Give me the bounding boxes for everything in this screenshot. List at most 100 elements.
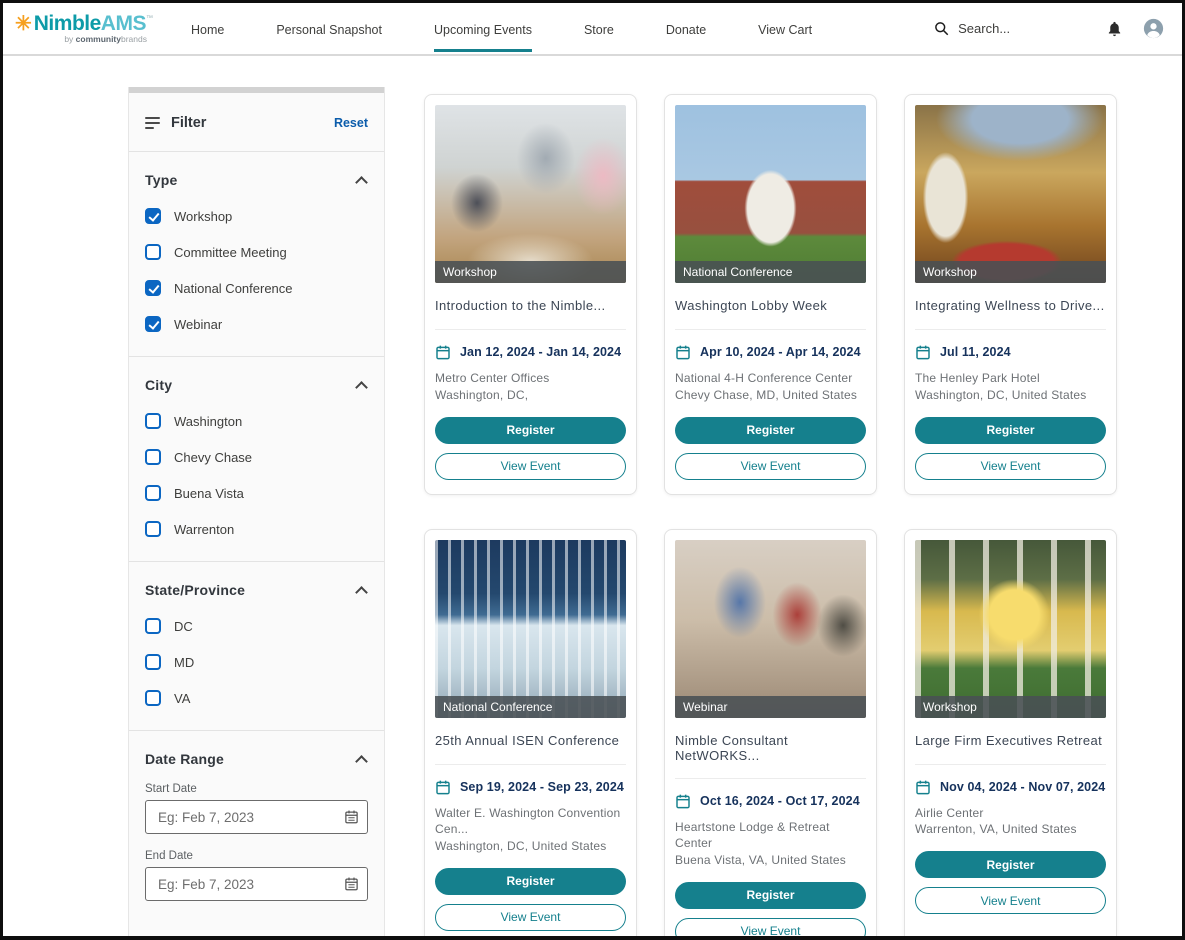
search-input[interactable] bbox=[958, 21, 1088, 36]
filter-section-title: Type bbox=[145, 172, 177, 188]
checkbox[interactable] bbox=[145, 618, 161, 634]
filter-section-date-range-toggle[interactable]: Date Range bbox=[145, 751, 368, 767]
nav-item-home[interactable]: Home bbox=[191, 5, 224, 52]
filter-title: Filter bbox=[171, 115, 206, 131]
view-event-button[interactable]: View Event bbox=[435, 453, 626, 480]
event-type-badge: National Conference bbox=[435, 696, 626, 718]
view-event-button[interactable]: View Event bbox=[675, 453, 866, 480]
filter-section-state-toggle[interactable]: State/Province bbox=[145, 582, 368, 598]
event-title: Introduction to the Nimble... bbox=[435, 298, 626, 314]
end-date-input[interactable] bbox=[145, 867, 368, 901]
filter-reset-button[interactable]: Reset bbox=[334, 116, 368, 130]
header-actions bbox=[1106, 18, 1164, 39]
filter-option-va[interactable]: VA bbox=[145, 690, 368, 706]
calendar-icon bbox=[915, 344, 931, 360]
filter-section-state: State/Province DC MD VA bbox=[129, 562, 384, 730]
event-image: Workshop bbox=[915, 540, 1106, 718]
register-button[interactable]: Register bbox=[915, 851, 1106, 878]
checkbox[interactable] bbox=[145, 208, 161, 224]
logo-text-nimble: Nimble bbox=[34, 13, 101, 34]
filter-section-city-toggle[interactable]: City bbox=[145, 377, 368, 393]
nimble-ams-logo[interactable]: ✳ Nimble AMS ™ by communitybrands bbox=[15, 13, 153, 44]
checkbox[interactable] bbox=[145, 690, 161, 706]
filter-panel: Filter Reset Type Workshop Committee Mee… bbox=[128, 87, 385, 936]
register-button[interactable]: Register bbox=[675, 417, 866, 444]
filter-option-chevy-chase[interactable]: Chevy Chase bbox=[145, 449, 368, 465]
event-date: Apr 10, 2024 - Apr 14, 2024 bbox=[700, 345, 861, 359]
event-type-badge: Workshop bbox=[915, 696, 1106, 718]
register-button[interactable]: Register bbox=[435, 417, 626, 444]
filter-option-washington[interactable]: Washington bbox=[145, 413, 368, 429]
app-window: ✳ Nimble AMS ™ by communitybrands Home P… bbox=[0, 0, 1185, 940]
checkbox-label: Workshop bbox=[174, 209, 232, 224]
view-event-button[interactable]: View Event bbox=[915, 887, 1106, 914]
event-image: National Conference bbox=[435, 540, 626, 718]
event-card: National Conference 25th Annual ISEN Con… bbox=[424, 529, 637, 940]
checkbox-label: MD bbox=[174, 655, 194, 670]
global-search bbox=[934, 21, 1088, 36]
checkbox[interactable] bbox=[145, 449, 161, 465]
notifications-bell-icon[interactable] bbox=[1106, 20, 1123, 38]
checkbox-label: Chevy Chase bbox=[174, 450, 252, 465]
event-location: Walter E. Washington Convention Cen...Wa… bbox=[435, 805, 626, 855]
checkbox[interactable] bbox=[145, 244, 161, 260]
filter-section-type-toggle[interactable]: Type bbox=[145, 172, 368, 188]
nav-item-view-cart[interactable]: View Cart bbox=[758, 5, 812, 52]
checkbox-label: Buena Vista bbox=[174, 486, 244, 501]
register-button[interactable]: Register bbox=[675, 882, 866, 909]
calendar-icon bbox=[435, 344, 451, 360]
filter-option-md[interactable]: MD bbox=[145, 654, 368, 670]
view-event-button[interactable]: View Event bbox=[435, 904, 626, 931]
main-nav: Home Personal Snapshot Upcoming Events S… bbox=[191, 5, 864, 52]
filter-option-warrenton[interactable]: Warrenton bbox=[145, 521, 368, 537]
checkbox[interactable] bbox=[145, 413, 161, 429]
start-date-label: Start Date bbox=[145, 783, 368, 795]
checkbox[interactable] bbox=[145, 280, 161, 296]
calendar-icon bbox=[675, 793, 691, 809]
filter-option-committee-meeting[interactable]: Committee Meeting bbox=[145, 244, 368, 260]
filter-section-city: City Washington Chevy Chase Buena Vista bbox=[129, 357, 384, 561]
event-date: Nov 04, 2024 - Nov 07, 2024 bbox=[940, 780, 1105, 794]
view-event-button[interactable]: View Event bbox=[915, 453, 1106, 480]
checkbox-label: Washington bbox=[174, 414, 242, 429]
filter-option-buena-vista[interactable]: Buena Vista bbox=[145, 485, 368, 501]
event-title: Washington Lobby Week bbox=[675, 298, 866, 314]
checkbox-label: National Conference bbox=[174, 281, 293, 296]
search-icon bbox=[934, 21, 949, 36]
calendar-icon[interactable] bbox=[344, 876, 359, 896]
start-date-input[interactable] bbox=[145, 800, 368, 834]
page-content: Filter Reset Type Workshop Committee Mee… bbox=[3, 56, 1182, 936]
nav-item-upcoming-events[interactable]: Upcoming Events bbox=[434, 5, 532, 52]
nav-item-donate[interactable]: Donate bbox=[666, 5, 706, 52]
event-title: Integrating Wellness to Drive... bbox=[915, 298, 1106, 314]
event-location: The Henley Park HotelWashington, DC, Uni… bbox=[915, 370, 1106, 404]
nav-item-store[interactable]: Store bbox=[584, 5, 614, 52]
events-grid: Workshop Introduction to the Nimble... J… bbox=[424, 56, 1124, 940]
register-button[interactable]: Register bbox=[915, 417, 1106, 444]
filter-section-title: State/Province bbox=[145, 582, 245, 598]
checkbox[interactable] bbox=[145, 316, 161, 332]
register-button[interactable]: Register bbox=[435, 868, 626, 895]
filter-section-date-range: Date Range Start Date End Date bbox=[129, 731, 384, 925]
filter-option-national-conference[interactable]: National Conference bbox=[145, 280, 368, 296]
view-event-button[interactable]: View Event bbox=[675, 918, 866, 940]
filter-option-workshop[interactable]: Workshop bbox=[145, 208, 368, 224]
checkbox-label: Committee Meeting bbox=[174, 245, 287, 260]
event-card: Webinar Nimble Consultant NetWORKS... Oc… bbox=[664, 529, 877, 940]
filter-option-webinar[interactable]: Webinar bbox=[145, 316, 368, 332]
checkbox[interactable] bbox=[145, 521, 161, 537]
chevron-up-icon bbox=[355, 381, 368, 394]
calendar-icon[interactable] bbox=[344, 809, 359, 829]
nav-item-personal-snapshot[interactable]: Personal Snapshot bbox=[276, 5, 382, 52]
logo-star-icon: ✳ bbox=[15, 14, 32, 34]
event-type-badge: Workshop bbox=[435, 261, 626, 283]
event-type-badge: Workshop bbox=[915, 261, 1106, 283]
checkbox[interactable] bbox=[145, 654, 161, 670]
event-location: Heartstone Lodge & Retreat CenterBuena V… bbox=[675, 819, 866, 869]
user-avatar[interactable] bbox=[1143, 18, 1164, 39]
event-image: Workshop bbox=[435, 105, 626, 283]
filter-header: Filter Reset bbox=[129, 93, 384, 151]
filter-option-dc[interactable]: DC bbox=[145, 618, 368, 634]
end-date-label: End Date bbox=[145, 850, 368, 862]
checkbox[interactable] bbox=[145, 485, 161, 501]
